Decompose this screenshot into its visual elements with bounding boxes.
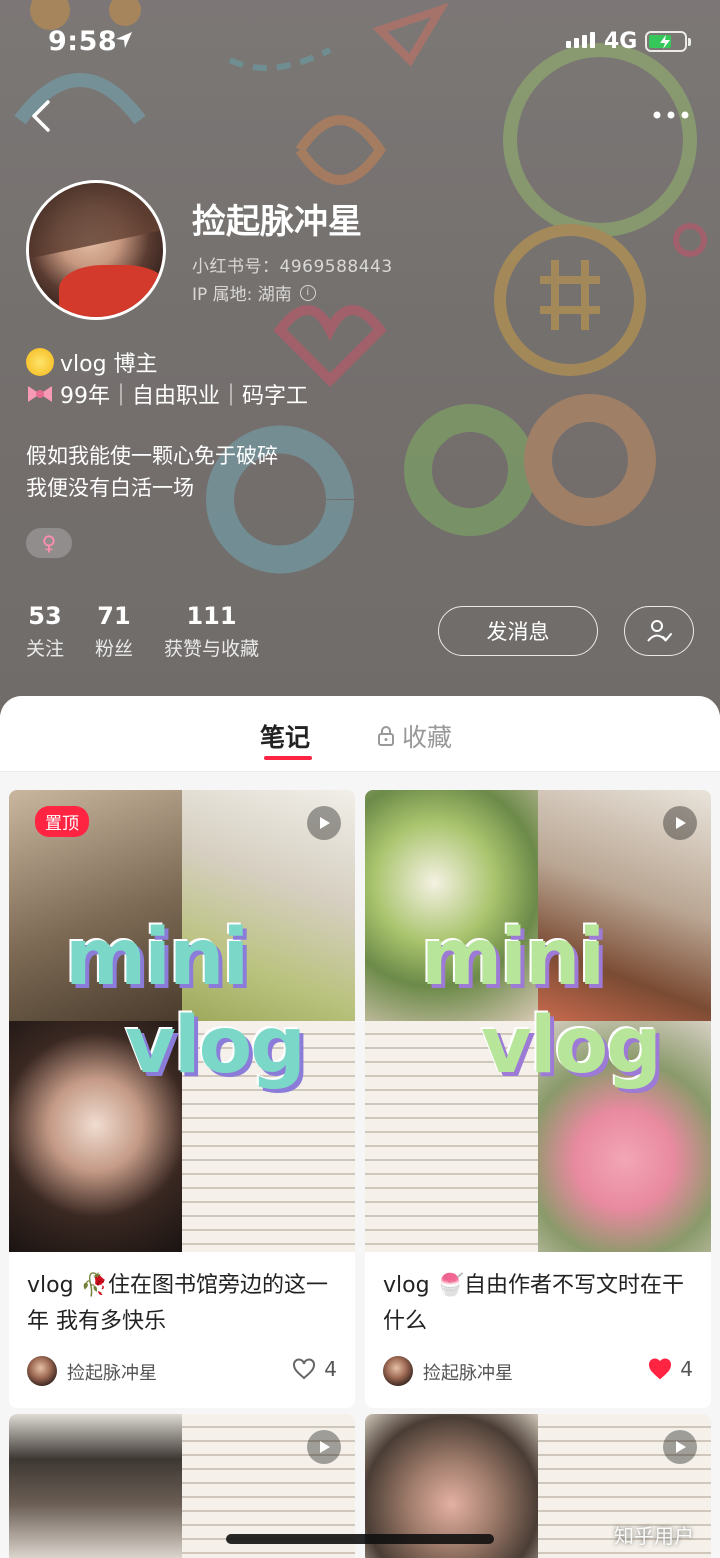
active-tab-indicator [264, 756, 312, 760]
note-card[interactable]: mini vlog vlog 🍧自由作者不写文时在干什么 捡起脉冲星 4 [365, 790, 711, 1408]
stat-following[interactable]: 53 关注 [26, 602, 64, 661]
heart-outline-icon [293, 1358, 316, 1380]
like-count: 4 [324, 1357, 337, 1381]
watermark: 知乎用户 [614, 1524, 694, 1548]
more-options-icon[interactable] [648, 100, 694, 130]
network-type: 4G [604, 29, 638, 54]
note-title[interactable]: vlog 🍧自由作者不写文时在干什么 [365, 1252, 711, 1348]
red-id: 小红书号：4969588443 [192, 257, 393, 277]
content-sheet: 笔记 收藏 置顶 mini vlog vlog 🥀住在图书馆旁边的这一年 我有多… [0, 696, 720, 1558]
profile-nickname: 捡起脉冲星 [192, 202, 362, 242]
cellular-signal-icon [566, 32, 595, 48]
like-control[interactable]: 4 [292, 1357, 337, 1381]
stat-followers-count: 71 [97, 602, 131, 630]
profile-tag-info-text: 99年｜自由职业｜码字工 [60, 384, 308, 409]
note-card[interactable]: 置顶 mini vlog vlog 🥀住在图书馆旁边的这一年 我有多快乐 捡起脉… [9, 790, 355, 1408]
cover-overlay-line: vlog [481, 1001, 662, 1091]
profile-tag-blogger-text: vlog 博主 [60, 352, 158, 377]
cover-overlay-line: vlog [125, 1001, 306, 1091]
like-control[interactable]: 4 [648, 1357, 693, 1381]
gender-female-icon: ♀ [26, 528, 72, 558]
profile-tag-info: 99年｜自由职业｜码字工 [26, 378, 308, 410]
profile-avatar[interactable] [26, 180, 166, 320]
stat-likes-collects[interactable]: 111 获赞与收藏 [164, 602, 259, 661]
send-message-button[interactable]: 发消息 [438, 606, 598, 656]
sun-emoji-icon [26, 348, 54, 376]
author-avatar[interactable] [383, 1356, 413, 1386]
ribbon-bow-icon [28, 386, 52, 402]
battery-icon [645, 31, 691, 52]
ip-location: IP 属地: 湖南 i [192, 280, 316, 305]
video-play-icon [663, 1430, 697, 1464]
video-play-icon [663, 806, 697, 840]
profile-tabs: 笔记 收藏 [0, 696, 720, 772]
note-footer: 捡起脉冲星 4 [9, 1348, 355, 1408]
note-cover[interactable]: 置顶 mini vlog [9, 790, 355, 1252]
heart-filled-icon [649, 1358, 672, 1380]
tab-notes-label: 笔记 [260, 723, 311, 752]
ip-location-text: IP 属地: 湖南 [192, 285, 292, 305]
stat-following-count: 53 [28, 602, 62, 630]
stat-following-label: 关注 [26, 638, 65, 660]
status-time: 9:58 [48, 26, 118, 57]
bio-line: 假如我能使一颗心免于破碎 [26, 444, 278, 468]
lock-icon [378, 726, 394, 746]
stat-likes-label: 获赞与收藏 [164, 638, 260, 660]
status-bar: 9:58 4G [0, 0, 720, 86]
note-cover[interactable]: mini vlog [365, 790, 711, 1252]
author-name[interactable]: 捡起脉冲星 [67, 1359, 157, 1385]
stat-followers[interactable]: 71 粉丝 [95, 602, 133, 661]
profile-bio: 假如我能使一颗心免于破碎 我便没有白活一场 [26, 440, 278, 504]
back-arrow-icon[interactable] [26, 96, 58, 136]
note-footer: 捡起脉冲星 4 [365, 1348, 711, 1408]
tab-notes[interactable]: 笔记 [260, 718, 312, 760]
cover-overlay-text: mini vlog [421, 913, 662, 1091]
cover-overlay-line: mini [65, 913, 249, 1003]
author-name[interactable]: 捡起脉冲星 [423, 1359, 513, 1385]
pinned-badge: 置顶 [35, 806, 89, 837]
cover-overlay-line: mini [421, 913, 605, 1003]
bio-line: 我便没有白活一场 [26, 476, 194, 500]
info-icon[interactable]: i [299, 284, 316, 301]
stat-likes-count: 111 [186, 602, 237, 630]
author-avatar[interactable] [27, 1356, 57, 1386]
video-play-icon [307, 1430, 341, 1464]
stat-followers-label: 粉丝 [95, 638, 134, 660]
profile-tag-blogger: vlog 博主 [26, 346, 158, 378]
profile-header: 9:58 4G 捡起脉冲星 小红书号：4969588443 IP 属地: 湖南 … [0, 0, 720, 720]
home-indicator[interactable] [226, 1534, 494, 1544]
video-play-icon [307, 806, 341, 840]
cover-overlay-text: mini vlog [65, 913, 306, 1091]
user-check-icon [647, 620, 672, 642]
note-title[interactable]: vlog 🥀住在图书馆旁边的这一年 我有多快乐 [9, 1252, 355, 1348]
follow-status-button[interactable] [624, 606, 694, 656]
tab-favorites[interactable]: 收藏 [376, 718, 452, 754]
like-count: 4 [680, 1357, 693, 1381]
tab-favorites-label: 收藏 [402, 723, 453, 752]
location-arrow-icon [116, 32, 132, 48]
